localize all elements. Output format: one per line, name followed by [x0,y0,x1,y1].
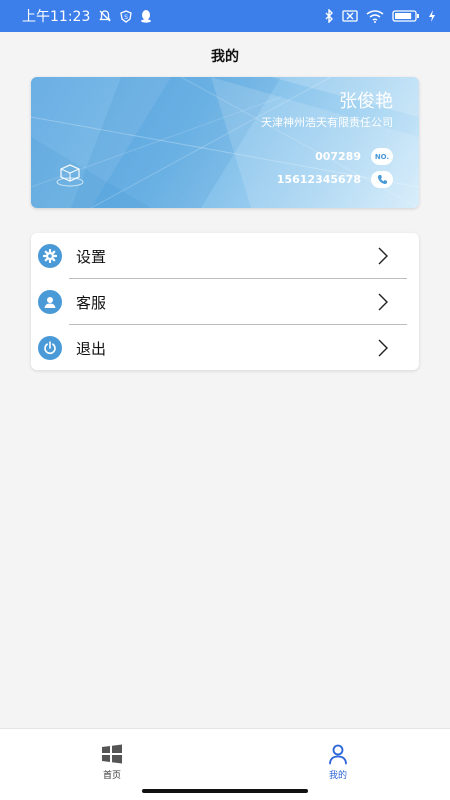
menu-item-customer-service[interactable]: 客服 [31,279,419,325]
cube-logo-icon [56,164,84,187]
wifi-icon [366,9,384,23]
customer-service-icon [38,290,62,314]
windows-grid-icon [102,744,122,764]
phone-row[interactable]: 15612345678 [277,171,393,188]
profile-card: 张俊艳 天津神州浩天有限责任公司 007289 NO. 15612345678 [31,77,419,208]
status-bar: 上午11:23 S [0,0,450,32]
battery-icon [392,10,420,22]
phone-number: 15612345678 [276,173,361,186]
no-sim-icon [342,10,358,22]
person-icon [329,744,347,765]
menu-label-customer-service: 客服 [76,293,107,312]
chevron-right-icon [378,293,388,311]
nav-label-home: 首页 [102,771,121,781]
company-name: 天津神州浩天有限责任公司 [261,116,393,129]
menu-item-settings[interactable]: 设置 [31,233,419,279]
page-title: 我的 [211,49,239,65]
power-icon [38,336,62,360]
status-time: 上午11:23 [22,9,91,25]
nav-label-mine: 我的 [328,771,347,781]
chevron-right-icon [378,339,388,357]
alarm-off-icon [98,9,112,23]
qq-penguin-icon [140,9,152,23]
gear-icon [38,244,62,268]
shield-app-icon: S [120,9,133,23]
id-badge: NO. [371,148,393,165]
charging-bolt-icon [428,10,436,22]
chevron-right-icon [378,247,388,265]
svg-text:S: S [124,14,128,21]
menu-label-settings: 设置 [76,247,107,266]
menu-card: 设置 客服 退出 [31,233,419,370]
id-row: 007289 NO. [315,148,393,165]
id-number: 007289 [315,150,361,163]
menu-label-logout: 退出 [76,339,107,358]
nav-item-mine[interactable]: 我的 [308,743,368,781]
nav-item-home[interactable]: 首页 [82,743,142,781]
gesture-bar[interactable] [142,789,308,793]
menu-item-logout[interactable]: 退出 [31,325,419,371]
user-name: 张俊艳 [339,91,393,112]
bluetooth-icon [324,9,334,23]
phone-icon [371,171,393,188]
